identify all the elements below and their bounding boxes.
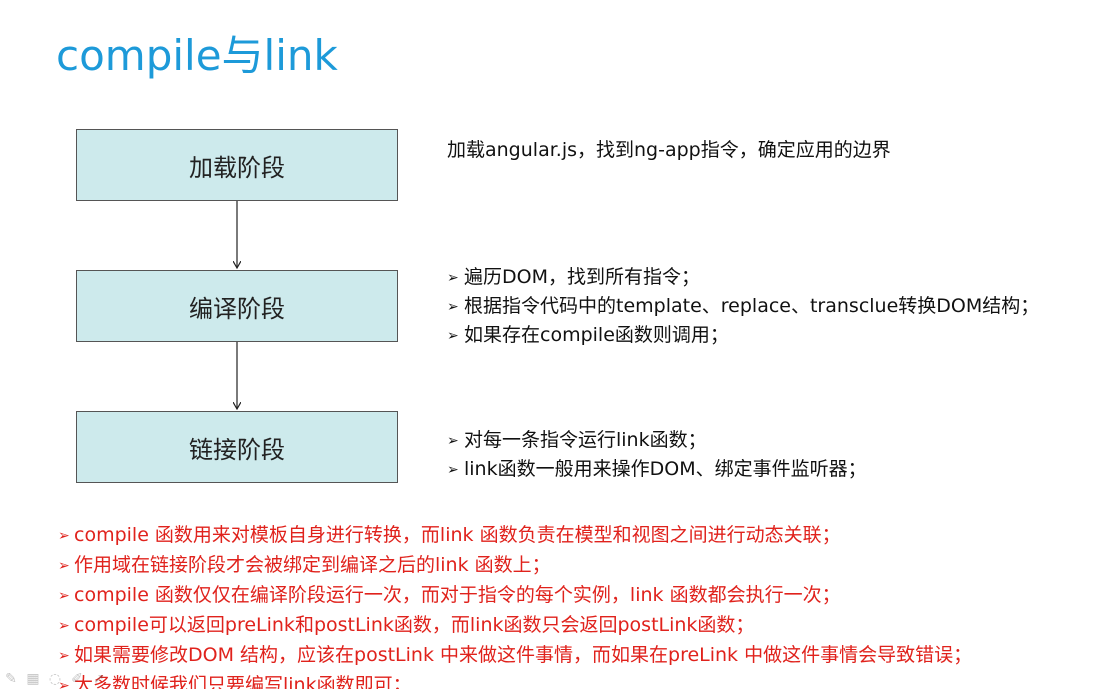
note-item: ➢ 如果需要修改DOM 结构，应该在postLink 中来做这件事情，而如果在pr… bbox=[58, 641, 972, 671]
bullet-icon: ➢ bbox=[58, 558, 70, 574]
load-stage-description: 加载angular.js，找到ng-app指令，确定应用的边界 bbox=[447, 136, 891, 164]
page-title: compile与link bbox=[56, 31, 338, 80]
highlighter-icon[interactable]: ◌ bbox=[46, 670, 64, 688]
note-item: ➢ compile 函数仅仅在编译阶段运行一次，而对于指令的每个实例，link 函… bbox=[58, 581, 972, 611]
bullet-icon: ➢ bbox=[447, 270, 459, 286]
pen-icon[interactable]: ✎ bbox=[2, 670, 20, 688]
load-description-text: 加载angular.js，找到ng-app指令，确定应用的边界 bbox=[447, 139, 891, 161]
bullet-icon: ➢ bbox=[447, 462, 459, 478]
compile-description-line: ➢ 如果存在compile函数则调用； bbox=[447, 321, 1039, 350]
compile-description-line: ➢ 根据指令代码中的template、replace、transclue转换DOM… bbox=[447, 292, 1039, 321]
note-item: ➢ compile可以返回preLink和postLink函数，而link函数只会… bbox=[58, 611, 972, 641]
stage-box-link: 链接阶段 bbox=[76, 411, 398, 483]
bullet-icon: ➢ bbox=[58, 588, 70, 604]
pencil-icon[interactable]: ✐ bbox=[68, 670, 86, 688]
stage-box-load: 加载阶段 bbox=[76, 129, 398, 201]
link-description-line: ➢ link函数一般用来操作DOM、绑定事件监听器； bbox=[447, 455, 867, 484]
slideshow-toolbar: ✎ ▦ ◌ ✐ ➚ bbox=[2, 670, 108, 689]
note-item: ➢ 作用域在链接阶段才会被绑定到编译之后的link 函数上； bbox=[58, 551, 972, 581]
stage-label-compile: 编译阶段 bbox=[189, 294, 285, 323]
stage-box-compile: 编译阶段 bbox=[76, 270, 398, 342]
note-item: ➢ 大多数时候我们只要编写link函数即可； bbox=[58, 671, 972, 689]
link-description-line: ➢ 对每一条指令运行link函数； bbox=[447, 426, 867, 455]
bullet-icon: ➢ bbox=[58, 618, 70, 634]
compile-description-line: ➢ 遍历DOM，找到所有指令； bbox=[447, 263, 1039, 292]
stage-label-load: 加载阶段 bbox=[189, 153, 285, 182]
bullet-icon: ➢ bbox=[447, 328, 459, 344]
compile-stage-description: ➢ 遍历DOM，找到所有指令； ➢ 根据指令代码中的template、replace… bbox=[447, 263, 1039, 350]
bullet-icon: ➢ bbox=[58, 528, 70, 544]
note-item: ➢ compile 函数用来对模板自身进行转换，而link 函数负责在模型和视图之… bbox=[58, 521, 972, 551]
link-stage-description: ➢ 对每一条指令运行link函数； ➢ link函数一般用来操作DOM、绑定事件监听… bbox=[447, 426, 867, 484]
slide: compile与link 加载阶段 编译阶段 链接阶段 加载angular.js… bbox=[0, 0, 1101, 689]
stage-label-link: 链接阶段 bbox=[189, 435, 285, 464]
bullet-icon: ➢ bbox=[447, 433, 459, 449]
notes-list: ➢ compile 函数用来对模板自身进行转换，而link 函数负责在模型和视图之… bbox=[58, 521, 972, 689]
grid-icon[interactable]: ▦ bbox=[24, 670, 42, 688]
bullet-icon: ➢ bbox=[58, 648, 70, 664]
bullet-icon: ➢ bbox=[447, 299, 459, 315]
cursor-icon[interactable]: ➚ bbox=[90, 670, 108, 688]
